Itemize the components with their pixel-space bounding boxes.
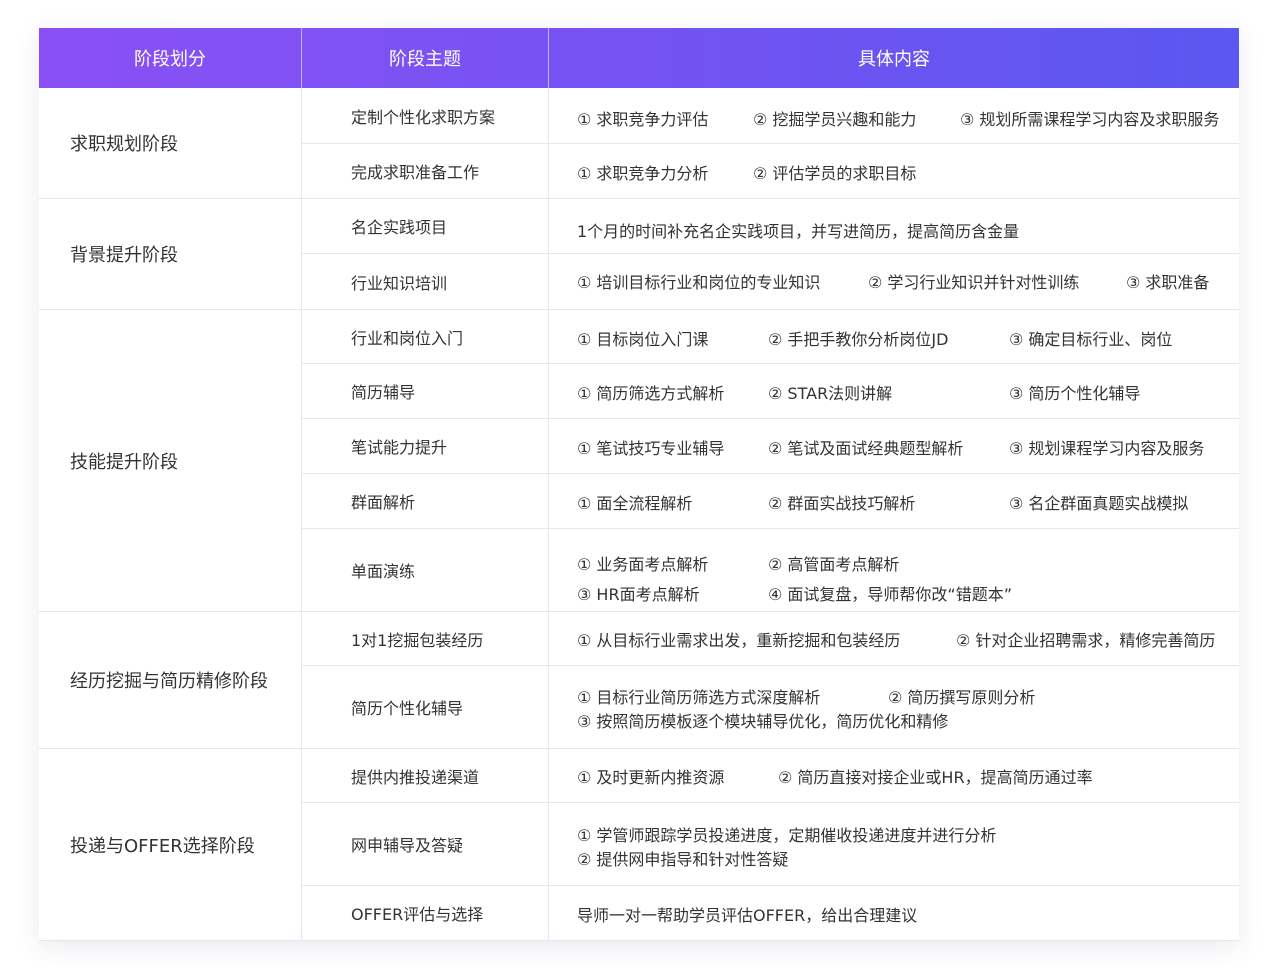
row-theme: 提供内推投递渠道 — [301, 749, 548, 802]
row-theme: 名企实践项目 — [301, 199, 548, 253]
content-item: ① 从目标行业需求出发，重新挖掘和包装经历 — [577, 631, 901, 650]
table-row: 简历辅导 ① 简历筛选方式解析 ② STAR法则讲解 ③ 简历个性化辅导 — [301, 364, 1239, 419]
content-item: ④ 面试复盘，导师帮你改“错题本” — [768, 585, 1013, 604]
row-theme: 单面演练 — [301, 529, 548, 611]
row-theme: 群面解析 — [301, 474, 548, 528]
header-theme: 阶段主题 — [389, 49, 461, 70]
row-content: ① 笔试技巧专业辅导 ② 笔试及面试经典题型解析 ③ 规划课程学习内容及服务 — [548, 419, 1239, 473]
content-item: ② 手把手教你分析岗位JD — [768, 330, 949, 349]
content-item: ② STAR法则讲解 — [768, 384, 893, 403]
table-row: 定制个性化求职方案 ① 求职竞争力评估 ② 挖掘学员兴趣和能力 ③ 规划所需课程… — [301, 88, 1239, 144]
content-item: ① 求职竞争力评估 — [577, 110, 709, 129]
row-theme: 1对1挖掘包装经历 — [301, 612, 548, 665]
table-row: OFFER评估与选择 导师一对一帮助学员评估OFFER，给出合理建议 — [301, 886, 1239, 941]
header-content: 具体内容 — [858, 49, 930, 70]
content-item: ③ 规划所需课程学习内容及求职服务 — [960, 110, 1220, 129]
table-header: 阶段划分 阶段主题 具体内容 — [39, 28, 1239, 88]
row-content: ① 业务面考点解析 ② 高管面考点解析 ③ HR面考点解析 ④ 面试复盘，导师帮… — [548, 529, 1239, 611]
content-item: ③ 按照简历模板逐个模块辅导优化，简历优化和精修 — [577, 712, 949, 731]
table-row: 1对1挖掘包装经历 ① 从目标行业需求出发，重新挖掘和包装经历 ② 针对企业招聘… — [301, 612, 1239, 666]
row-theme: 完成求职准备工作 — [301, 144, 548, 198]
content-item: ① 求职竞争力分析 — [577, 164, 709, 183]
table-row: 网申辅导及答疑 ① 学管师跟踪学员投递进度，定期催收投递进度并进行分析 ② 提供… — [301, 803, 1239, 886]
row-content: ① 求职竞争力评估 ② 挖掘学员兴趣和能力 ③ 规划所需课程学习内容及求职服务 — [548, 88, 1239, 143]
stage-group: 技能提升阶段 行业和岗位入门 ① 目标岗位入门课 ② 手把手教你分析岗位JD ③… — [39, 310, 1239, 612]
row-theme: 笔试能力提升 — [301, 419, 548, 473]
content-item: ② 群面实战技巧解析 — [768, 494, 916, 513]
content-item: ③ 名企群面真题实战模拟 — [1009, 494, 1189, 513]
stage-group: 求职规划阶段 定制个性化求职方案 ① 求职竞争力评估 ② 挖掘学员兴趣和能力 ③… — [39, 88, 1239, 199]
content-item: ① 目标行业简历筛选方式深度解析 — [577, 688, 821, 707]
row-content: ① 简历筛选方式解析 ② STAR法则讲解 ③ 简历个性化辅导 — [548, 364, 1239, 418]
row-content: 导师一对一帮助学员评估OFFER，给出合理建议 — [548, 886, 1239, 940]
row-theme: 网申辅导及答疑 — [301, 803, 548, 885]
row-content: ① 培训目标行业和岗位的专业知识 ② 学习行业知识并针对性训练 ③ 求职准备 — [548, 254, 1239, 309]
content-item: ② 简历撰写原则分析 — [888, 688, 1036, 707]
stage-table: 阶段划分 阶段主题 具体内容 求职规划阶段 定制个性化求职方案 ① 求职竞争力评… — [39, 28, 1239, 941]
content-item: ② 提供网申指导和针对性答疑 — [577, 850, 789, 869]
stage-label: 求职规划阶段 — [39, 88, 301, 199]
table-row: 行业和岗位入门 ① 目标岗位入门课 ② 手把手教你分析岗位JD ③ 确定目标行业… — [301, 310, 1239, 364]
content-item: ② 简历直接对接企业或HR，提高简历通过率 — [778, 768, 1093, 787]
row-theme: 定制个性化求职方案 — [301, 88, 548, 143]
row-content: ① 面全流程解析 ② 群面实战技巧解析 ③ 名企群面真题实战模拟 — [548, 474, 1239, 528]
row-content: ① 目标岗位入门课 ② 手把手教你分析岗位JD ③ 确定目标行业、岗位 — [548, 310, 1239, 363]
table-row: 笔试能力提升 ① 笔试技巧专业辅导 ② 笔试及面试经典题型解析 ③ 规划课程学习… — [301, 419, 1239, 474]
content-item: ① 笔试技巧专业辅导 — [577, 439, 725, 458]
row-theme: 简历辅导 — [301, 364, 548, 418]
content-item: ① 培训目标行业和岗位的专业知识 — [577, 273, 821, 292]
column-divider — [301, 88, 302, 941]
table-row: 行业知识培训 ① 培训目标行业和岗位的专业知识 ② 学习行业知识并针对性训练 ③… — [301, 254, 1239, 310]
row-content: ① 目标行业简历筛选方式深度解析 ② 简历撰写原则分析 ③ 按照简历模板逐个模块… — [548, 666, 1239, 748]
row-content: ① 从目标行业需求出发，重新挖掘和包装经历 ② 针对企业招聘需求，精修完善简历 — [548, 612, 1239, 665]
content-item: ① 面全流程解析 — [577, 494, 693, 513]
stage-group: 背景提升阶段 名企实践项目 1个月的时间补充名企实践项目，并写进简历，提高简历含… — [39, 199, 1239, 310]
stage-label: 投递与OFFER选择阶段 — [39, 749, 301, 941]
content-item: ① 及时更新内推资源 — [577, 768, 725, 787]
header-stage: 阶段划分 — [134, 49, 206, 70]
content-item: ③ 确定目标行业、岗位 — [1009, 330, 1173, 349]
table-row: 名企实践项目 1个月的时间补充名企实践项目，并写进简历，提高简历含金量 — [301, 199, 1239, 254]
content-item: ③ 规划课程学习内容及服务 — [1009, 439, 1205, 458]
row-theme: 行业和岗位入门 — [301, 310, 548, 363]
stage-group: 投递与OFFER选择阶段 提供内推投递渠道 ① 及时更新内推资源 ② 简历直接对… — [39, 749, 1239, 941]
row-content: ① 求职竞争力分析 ② 评估学员的求职目标 — [548, 144, 1239, 198]
content-item: 导师一对一帮助学员评估OFFER，给出合理建议 — [577, 906, 918, 925]
table-row: 提供内推投递渠道 ① 及时更新内推资源 ② 简历直接对接企业或HR，提高简历通过… — [301, 749, 1239, 803]
content-item: ① 简历筛选方式解析 — [577, 384, 725, 403]
content-item: ② 高管面考点解析 — [768, 555, 900, 574]
table-row: 简历个性化辅导 ① 目标行业简历筛选方式深度解析 ② 简历撰写原则分析 ③ 按照… — [301, 666, 1239, 749]
stage-label: 经历挖掘与简历精修阶段 — [39, 612, 301, 749]
row-theme: OFFER评估与选择 — [301, 886, 548, 940]
content-item: ② 评估学员的求职目标 — [753, 164, 917, 183]
content-item: ③ 求职准备 — [1126, 273, 1210, 292]
content-item: ② 挖掘学员兴趣和能力 — [753, 110, 917, 129]
stage-label: 技能提升阶段 — [39, 310, 301, 612]
content-item: ② 笔试及面试经典题型解析 — [768, 439, 964, 458]
row-theme: 简历个性化辅导 — [301, 666, 548, 748]
column-divider — [548, 88, 549, 941]
content-item: ③ 简历个性化辅导 — [1009, 384, 1141, 403]
row-content: 1个月的时间补充名企实践项目，并写进简历，提高简历含金量 — [548, 199, 1239, 253]
content-item: ① 业务面考点解析 — [577, 555, 709, 574]
stage-group: 经历挖掘与简历精修阶段 1对1挖掘包装经历 ① 从目标行业需求出发，重新挖掘和包… — [39, 612, 1239, 749]
content-item: ③ HR面考点解析 — [577, 585, 700, 604]
row-content: ① 学管师跟踪学员投递进度，定期催收投递进度并进行分析 ② 提供网申指导和针对性… — [548, 803, 1239, 885]
content-item: ① 目标岗位入门课 — [577, 330, 709, 349]
content-item: ② 针对企业招聘需求，精修完善简历 — [956, 631, 1216, 650]
stage-label: 背景提升阶段 — [39, 199, 301, 310]
content-item: ② 学习行业知识并针对性训练 — [868, 273, 1080, 292]
content-item: 1个月的时间补充名企实践项目，并写进简历，提高简历含金量 — [577, 222, 1020, 241]
table-row: 单面演练 ① 业务面考点解析 ② 高管面考点解析 ③ HR面考点解析 ④ 面试复… — [301, 529, 1239, 612]
content-item: ① 学管师跟踪学员投递进度，定期催收投递进度并进行分析 — [577, 826, 997, 845]
row-theme: 行业知识培训 — [301, 254, 548, 309]
table-row: 群面解析 ① 面全流程解析 ② 群面实战技巧解析 ③ 名企群面真题实战模拟 — [301, 474, 1239, 529]
table-row: 完成求职准备工作 ① 求职竞争力分析 ② 评估学员的求职目标 — [301, 144, 1239, 199]
row-content: ① 及时更新内推资源 ② 简历直接对接企业或HR，提高简历通过率 — [548, 749, 1239, 802]
